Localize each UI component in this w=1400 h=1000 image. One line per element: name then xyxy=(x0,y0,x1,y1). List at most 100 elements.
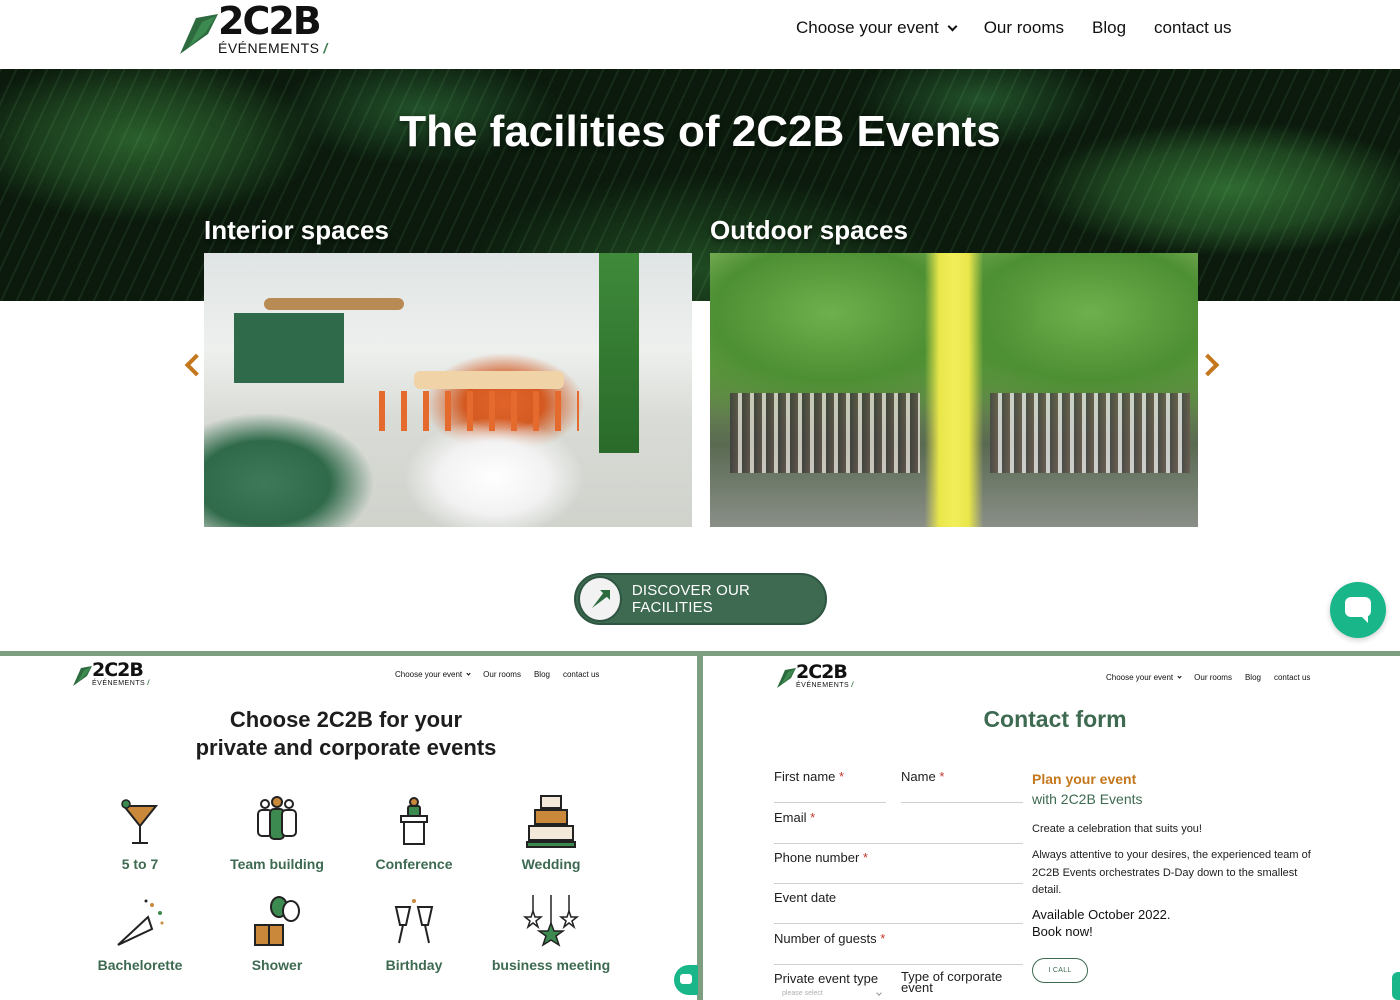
chat-widget-edge[interactable] xyxy=(1392,972,1400,1000)
carousel-next-arrow-icon[interactable] xyxy=(1196,353,1220,377)
event-conference[interactable]: Conference xyxy=(346,794,482,872)
availability-line2: Book now! xyxy=(1032,924,1093,939)
choose-title-line1: Choose 2C2B for your xyxy=(229,707,463,732)
nav-blog-label: Blog xyxy=(1244,673,1261,682)
event-team-building[interactable]: Team building xyxy=(209,794,345,872)
nav-contact-us-label: contact us xyxy=(562,670,600,679)
slide-image-outdoor[interactable] xyxy=(710,253,1198,527)
choose-2c2b-title: Choose 2C2B for your private and corpora… xyxy=(140,706,552,762)
event-bachelorette[interactable]: Bachelorette xyxy=(72,895,208,973)
event-date-field[interactable] xyxy=(774,923,1023,924)
corporate-event-type-label: Type of corporate event xyxy=(901,970,1002,994)
nav-contact-us[interactable]: contact us xyxy=(563,670,599,679)
nav-our-rooms[interactable]: Our rooms xyxy=(483,670,521,679)
left-panel-logo[interactable]: 2C2B ÉVÉNEMENTS / xyxy=(72,661,149,687)
left-panel-nav: Choose your event Our rooms Blog contact… xyxy=(395,670,599,679)
slide-label-interior: Interior spaces xyxy=(204,215,389,245)
team-icon xyxy=(249,794,305,850)
nav-contact-us[interactable]: contact us xyxy=(1154,18,1232,38)
logo-subtitle: ÉVÉNEMENTS xyxy=(92,680,146,687)
event-label: 5 to 7 xyxy=(121,856,159,872)
availability-notice: Available October 2022. Book now! xyxy=(1032,906,1232,940)
logo-slash: / xyxy=(851,682,854,689)
name-text: Name xyxy=(901,769,936,784)
first-name-label: First name * xyxy=(774,769,844,784)
guests-label: Number of guests * xyxy=(774,931,885,946)
contact-form-title: Contact form xyxy=(983,706,1127,732)
plan-event-subtitle: with 2C2B Events xyxy=(1032,791,1143,807)
event-label: Team building xyxy=(230,856,324,872)
name-field[interactable] xyxy=(901,802,1023,803)
site-logo[interactable]: 2C2B ÉVÉNEMENTS / xyxy=(178,2,327,56)
nav-contact-us[interactable]: contact us xyxy=(1274,673,1310,682)
first-name-field[interactable] xyxy=(774,802,886,803)
nav-contact-us-label: contact us xyxy=(1154,18,1232,37)
required-mark: * xyxy=(880,931,886,946)
email-label: Email * xyxy=(774,810,815,825)
guests-field[interactable] xyxy=(774,964,1023,965)
chat-bubble-tail xyxy=(1360,615,1368,623)
site-header: 2C2B ÉVÉNEMENTS / Choose your event Our … xyxy=(0,0,1400,69)
nav-blog[interactable]: Blog xyxy=(1245,673,1261,682)
event-wedding[interactable]: Wedding xyxy=(483,794,619,872)
slide-label-outdoor: Outdoor spaces xyxy=(710,215,908,245)
main-nav: Choose your event Our rooms Blog contact… xyxy=(796,18,1232,38)
outdoor-guests-right xyxy=(990,393,1190,473)
event-birthday[interactable]: Birthday xyxy=(346,895,482,973)
phone-field[interactable] xyxy=(774,883,1023,884)
nav-our-rooms[interactable]: Our rooms xyxy=(984,18,1064,38)
outdoor-guests-left xyxy=(730,393,920,473)
gift-balloons-icon xyxy=(249,895,305,951)
nav-choose-event[interactable]: Choose your event xyxy=(395,670,471,679)
logo-subtitle: ÉVÉNEMENTS xyxy=(796,682,850,689)
nav-our-rooms-label: Our rooms xyxy=(483,670,521,679)
private-event-type-label: Private event type xyxy=(774,971,879,986)
chevron-down-icon xyxy=(466,671,471,676)
nav-choose-event-label: Choose your event xyxy=(796,18,939,37)
nav-blog[interactable]: Blog xyxy=(534,670,550,679)
choose-title-line2: private and corporate events xyxy=(195,735,497,760)
event-5-to-7[interactable]: 5 to 7 xyxy=(72,794,208,872)
event-date-text: Event date xyxy=(774,890,837,905)
nav-our-rooms-label: Our rooms xyxy=(983,18,1064,37)
event-shower[interactable]: Shower xyxy=(209,895,345,973)
first-name-text: First name xyxy=(774,769,836,784)
cocktail-icon xyxy=(112,794,168,850)
discover-button-label: DISCOVER OUR FACILITIES xyxy=(631,582,751,616)
required-mark: * xyxy=(862,850,868,865)
name-label: Name * xyxy=(901,769,944,784)
event-date-label: Event date xyxy=(774,890,836,905)
event-business-meeting[interactable]: business meeting xyxy=(483,895,619,973)
logo-arrow-icon xyxy=(777,668,796,688)
logo-brand: 2C2B xyxy=(92,659,144,681)
nav-our-rooms[interactable]: Our rooms xyxy=(1194,673,1232,682)
champagne-glasses-icon xyxy=(386,895,442,951)
plan-event-intro: Create a celebration that suits you! xyxy=(1032,823,1202,835)
interior-shelf xyxy=(264,298,404,310)
chat-widget-button[interactable] xyxy=(1330,582,1386,638)
chat-widget-button-small[interactable] xyxy=(674,965,698,995)
slide-image-interior[interactable] xyxy=(204,253,692,527)
nav-choose-event[interactable]: Choose your event xyxy=(796,18,958,38)
discover-facilities-button[interactable]: DISCOVER OUR FACILITIES xyxy=(574,573,827,625)
private-event-type-select[interactable]: please select xyxy=(782,990,823,997)
call-button[interactable]: I CALL xyxy=(1032,958,1088,983)
interior-stools xyxy=(379,391,579,431)
availability-line1: Available October 2022. xyxy=(1032,907,1171,922)
nav-choose-event[interactable]: Choose your event xyxy=(1106,673,1182,682)
nav-blog[interactable]: Blog xyxy=(1092,18,1126,38)
select-chevron-icon xyxy=(876,990,882,996)
email-field[interactable] xyxy=(774,843,1023,844)
podium-icon xyxy=(386,794,442,850)
required-mark: * xyxy=(810,810,816,825)
page: 2C2B ÉVÉNEMENTS / Choose your event Our … xyxy=(0,0,1400,1000)
chevron-down-icon xyxy=(947,21,958,31)
nav-our-rooms-label: Our rooms xyxy=(1194,673,1232,682)
screenshot-divider-vertical xyxy=(697,656,703,1000)
event-label: Bachelorette xyxy=(97,957,183,973)
event-label: Wedding xyxy=(521,856,581,872)
hero-title: The facilities of 2C2B Events xyxy=(399,107,1001,156)
right-panel-logo[interactable]: 2C2B ÉVÉNEMENTS / xyxy=(776,663,853,689)
hanging-stars-icon xyxy=(522,895,580,951)
wedding-cake-icon xyxy=(523,794,579,850)
